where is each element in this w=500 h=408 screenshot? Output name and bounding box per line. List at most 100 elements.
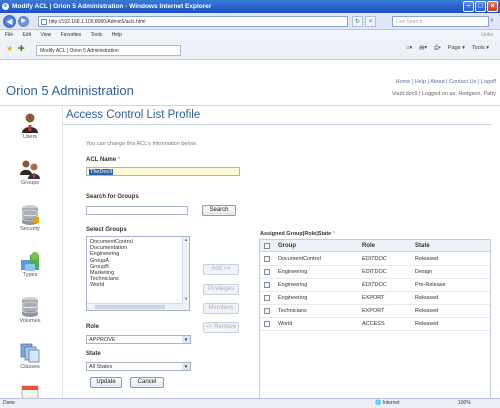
cell-group: Technicians bbox=[278, 308, 307, 314]
types-icon bbox=[19, 250, 41, 272]
table-row[interactable]: World ACCESS Released bbox=[260, 318, 490, 331]
sidebar-item-types[interactable]: Types bbox=[0, 250, 60, 278]
sidebar-item-groups[interactable]: Groups bbox=[0, 158, 60, 186]
table-header: Group Role State bbox=[260, 240, 490, 252]
header-divider bbox=[0, 105, 500, 106]
cell-group: Engineering bbox=[278, 282, 308, 288]
status-text: Done bbox=[3, 400, 15, 406]
page-content: Home | Help | About | Contact Us | Logof… bbox=[0, 61, 500, 404]
scroll-thumb[interactable] bbox=[95, 305, 165, 309]
sidebar-item-users[interactable]: Users bbox=[0, 112, 60, 140]
remove-button[interactable]: << Remove bbox=[203, 322, 239, 333]
address-toolbar: ◀ ▶ http://192.168.1.105:8080/Admin5/acl… bbox=[0, 13, 500, 30]
intro-text: You can change this ACL's information be… bbox=[86, 141, 197, 147]
add-button[interactable]: Add >> bbox=[203, 264, 239, 275]
title-divider bbox=[62, 124, 492, 125]
close-button[interactable]: × bbox=[487, 1, 498, 12]
row-checkbox[interactable] bbox=[264, 282, 270, 288]
tools-menu[interactable]: Tools ▾ bbox=[472, 45, 489, 52]
select-all-checkbox[interactable] bbox=[264, 243, 270, 249]
favorites-bar: ★ ✚ Modify ACL | Orion 5 Administration … bbox=[0, 40, 500, 60]
back-button[interactable]: ◀ bbox=[3, 15, 16, 28]
page-title: Access Control List Profile bbox=[66, 109, 201, 121]
row-checkbox[interactable] bbox=[264, 269, 270, 275]
app-title: Orion 5 Administration bbox=[6, 83, 134, 98]
address-input[interactable]: http://192.168.1.105:8080/Admin5/acls.ht… bbox=[38, 16, 348, 27]
zoom-level[interactable]: 100% bbox=[458, 399, 471, 408]
menu-edit[interactable]: Edit bbox=[22, 32, 31, 38]
user-icon bbox=[19, 112, 41, 134]
sidebar: Users Groups Security Types Volumes Clas… bbox=[0, 106, 60, 406]
sidebar-item-security[interactable]: Security bbox=[0, 204, 60, 232]
privileges-button[interactable]: Privileges bbox=[203, 284, 239, 295]
page-menu[interactable]: Page ▾ bbox=[448, 45, 465, 52]
groups-listbox[interactable]: DocumentControl Documentation Engineerin… bbox=[86, 236, 190, 311]
stop-icon[interactable]: × bbox=[365, 16, 376, 27]
cancel-button[interactable]: Cancel bbox=[130, 377, 164, 388]
table-row[interactable]: Engineering EDITDOC Design bbox=[260, 266, 490, 279]
forward-button[interactable]: ▶ bbox=[18, 16, 29, 27]
menu-help[interactable]: Help bbox=[112, 32, 122, 38]
home-icon[interactable]: ⌂▾ bbox=[406, 45, 412, 52]
ie-icon: e bbox=[2, 3, 9, 10]
assigned-title: Assigned Group|Role|State * bbox=[260, 231, 335, 237]
browser-title-bar: e Modify ACL | Orion 5 Administration - … bbox=[0, 0, 500, 13]
chevron-down-icon[interactable]: ▼ bbox=[182, 336, 190, 343]
row-checkbox[interactable] bbox=[264, 321, 270, 327]
list-item[interactable]: World bbox=[90, 282, 189, 288]
favorites-star-icon[interactable]: ★ bbox=[6, 44, 13, 53]
row-checkbox[interactable] bbox=[264, 256, 270, 262]
table-row[interactable]: DocumentControl EDITDOC Released bbox=[260, 253, 490, 266]
group-icon bbox=[19, 158, 41, 180]
chevron-down-icon[interactable]: ▼ bbox=[182, 363, 190, 370]
cell-role: EDITDOC bbox=[362, 256, 387, 262]
role-select[interactable]: APPROVE ▼ bbox=[86, 335, 191, 344]
table-row[interactable]: Engineering EXPORT Released bbox=[260, 292, 490, 305]
search-groups-input[interactable] bbox=[86, 206, 188, 215]
minimize-button[interactable]: – bbox=[463, 1, 474, 12]
cell-group: Engineering bbox=[278, 295, 308, 301]
cell-state: Released bbox=[415, 321, 439, 327]
search-groups-label: Search for Groups bbox=[86, 194, 139, 200]
page-icon bbox=[41, 19, 47, 25]
cell-group: Engineering bbox=[278, 269, 308, 275]
menu-view[interactable]: View bbox=[40, 32, 51, 38]
update-button[interactable]: Update bbox=[90, 377, 122, 388]
add-favorite-icon[interactable]: ✚ bbox=[18, 44, 25, 53]
sidebar-item-label: Groups bbox=[20, 180, 40, 186]
menu-favorites[interactable]: Favorites bbox=[61, 32, 82, 38]
menu-tools[interactable]: Tools bbox=[91, 32, 103, 38]
sidebar-item-volumes[interactable]: Volumes bbox=[0, 296, 60, 324]
state-select[interactable]: All States ▼ bbox=[86, 362, 191, 371]
table-row[interactable]: Technicians EXPORT Released bbox=[260, 305, 490, 318]
sidebar-item-label: Types bbox=[22, 272, 38, 278]
top-nav-links[interactable]: Home | Help | About | Contact Us | Logof… bbox=[396, 79, 496, 85]
members-button[interactable]: Members bbox=[203, 303, 239, 314]
browser-tab[interactable]: Modify ACL | Orion 5 Administration bbox=[36, 45, 181, 56]
refresh-icon[interactable]: ↻ bbox=[352, 16, 363, 27]
state-label: State bbox=[86, 351, 101, 357]
feeds-icon[interactable]: ▤▾ bbox=[419, 45, 427, 52]
acl-name-input[interactable]: TheDoc9 bbox=[86, 167, 240, 176]
database-lock-icon bbox=[19, 204, 41, 226]
sidebar-item-label: Classes bbox=[20, 364, 40, 370]
menu-file[interactable]: File bbox=[5, 32, 13, 38]
print-icon[interactable]: ⎙▾ bbox=[434, 45, 441, 52]
listbox-vertical-scrollbar[interactable] bbox=[182, 237, 189, 310]
sidebar-item-label: Volumes bbox=[19, 318, 41, 324]
sidebar-item-label: Users bbox=[22, 134, 38, 140]
links-label[interactable]: Links bbox=[481, 30, 493, 40]
table-row[interactable]: Engineering EDITDOC Pre-Release bbox=[260, 279, 490, 292]
listbox-horizontal-scrollbar[interactable] bbox=[87, 303, 183, 310]
cell-state: Pre-Release bbox=[415, 282, 446, 288]
row-checkbox[interactable] bbox=[264, 308, 270, 314]
search-button[interactable]: Search bbox=[202, 205, 236, 216]
cell-group: World bbox=[278, 321, 293, 327]
sidebar-item-classes[interactable]: Classes bbox=[0, 342, 60, 370]
column-header-group: Group bbox=[278, 243, 296, 249]
cell-role: EDITDOC bbox=[362, 269, 387, 275]
maximize-button[interactable]: □ bbox=[475, 1, 486, 12]
live-search-input[interactable]: Live Search bbox=[392, 16, 489, 27]
row-checkbox[interactable] bbox=[264, 295, 270, 301]
search-icon[interactable]: ⌕ bbox=[490, 16, 499, 27]
